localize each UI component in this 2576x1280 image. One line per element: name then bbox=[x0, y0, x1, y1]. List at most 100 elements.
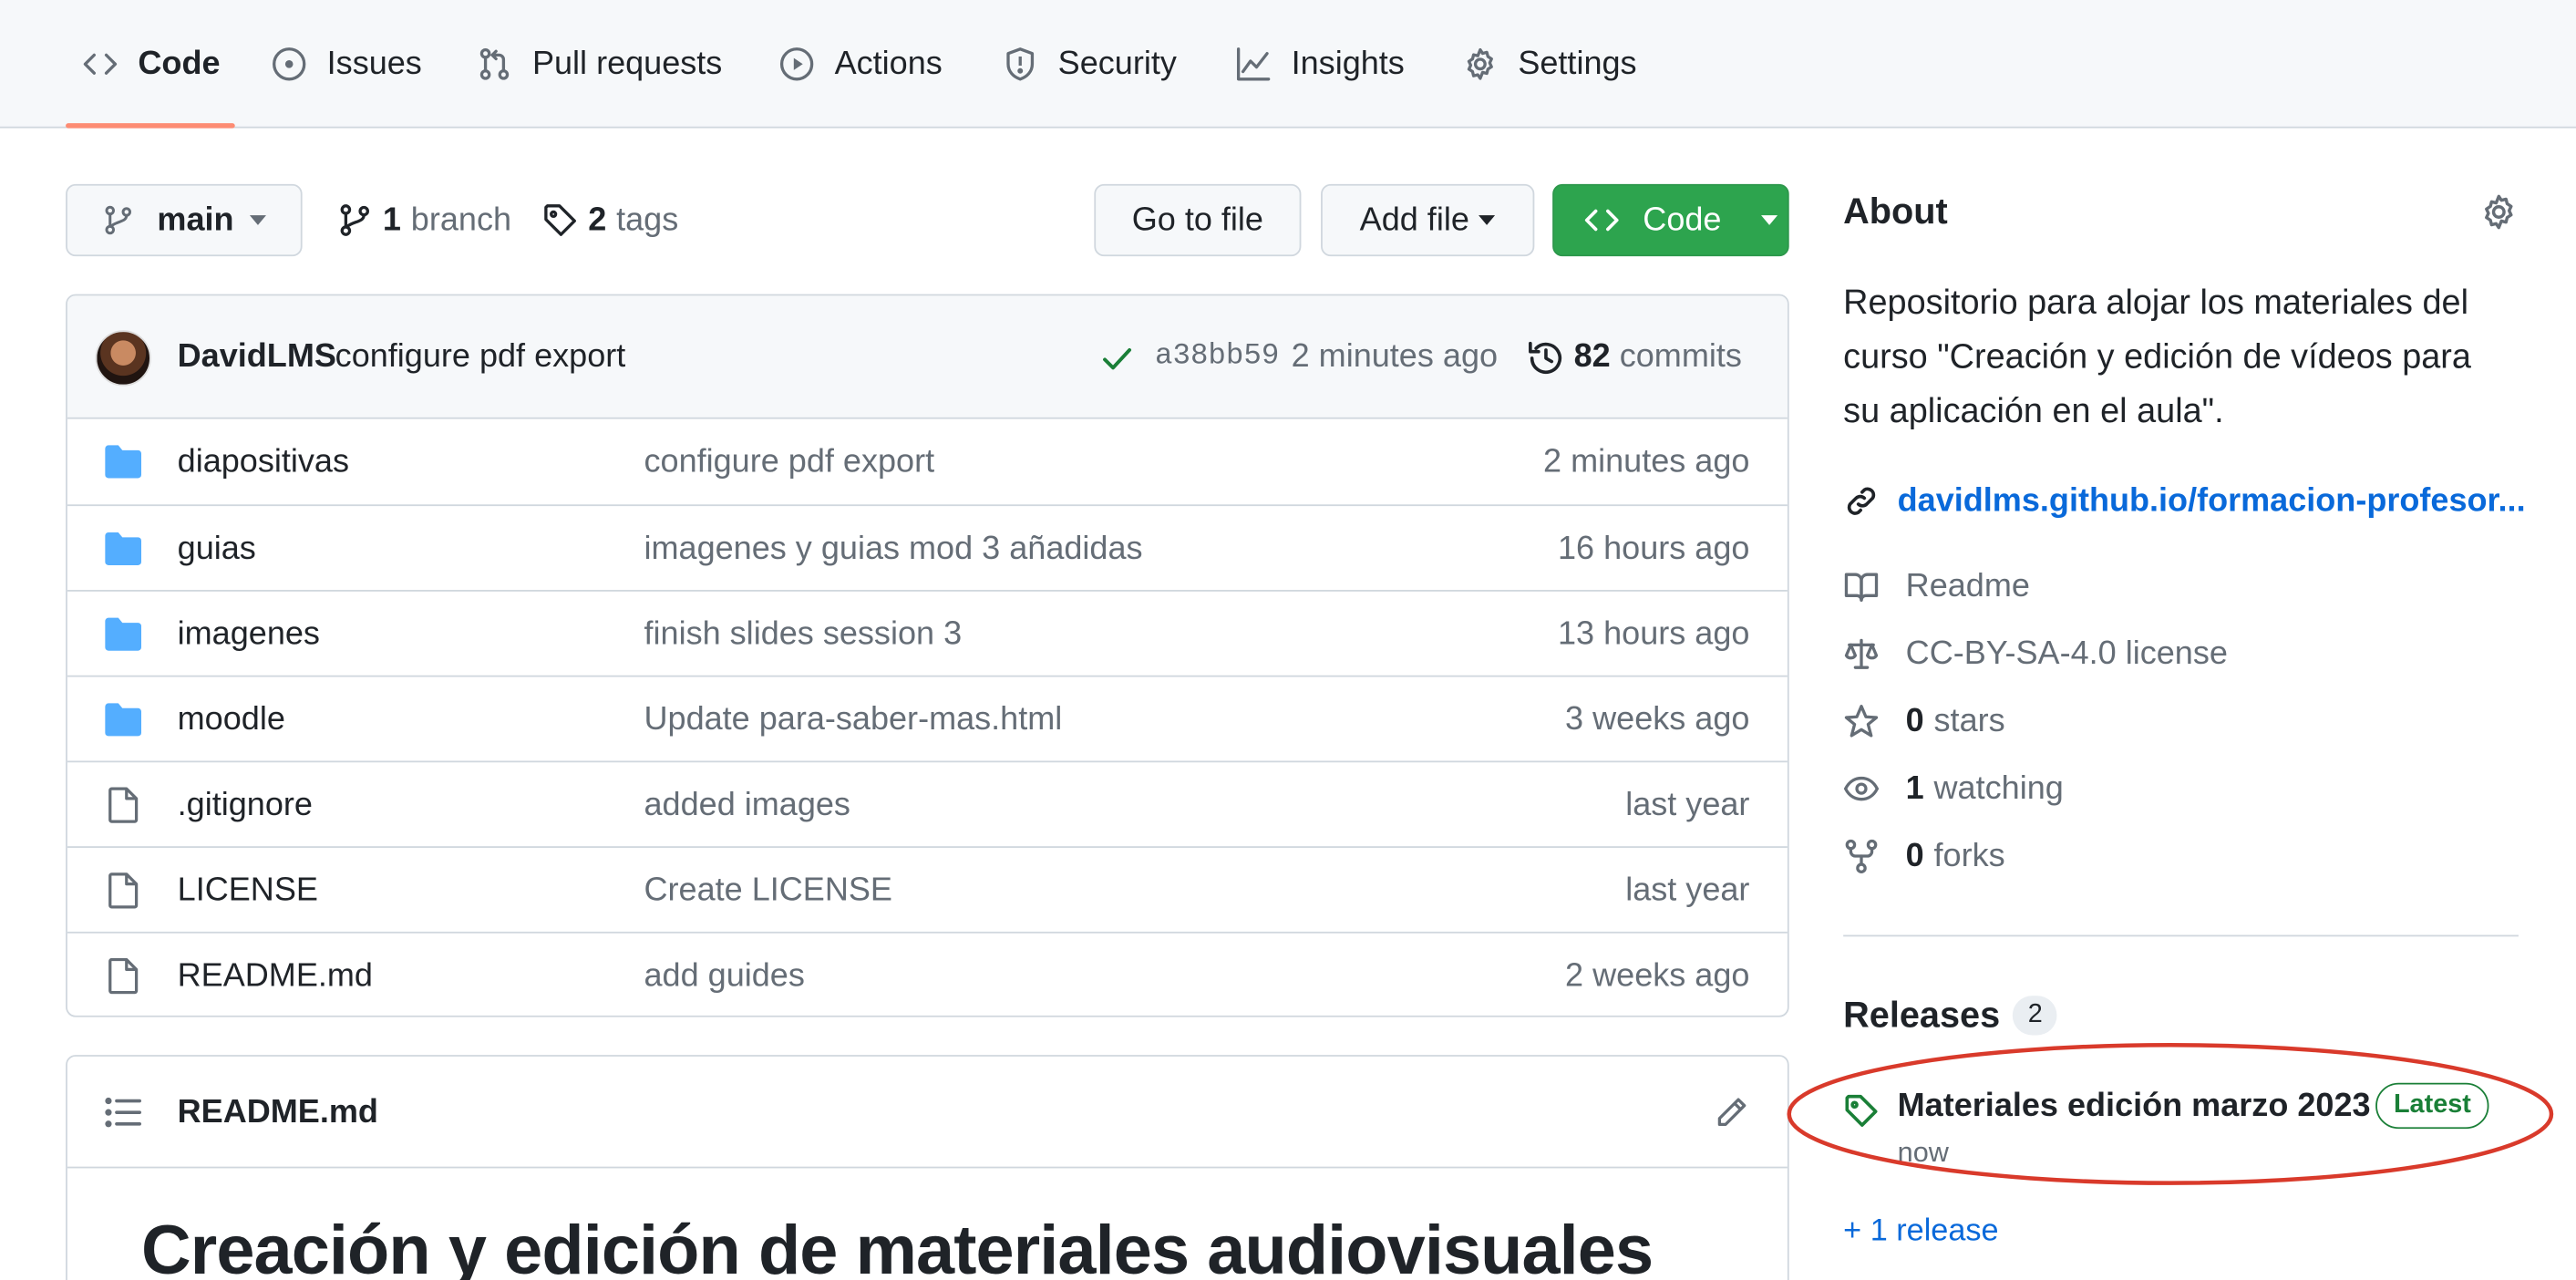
tab-insights-label: Insights bbox=[1291, 45, 1405, 82]
pencil-icon[interactable] bbox=[1714, 1094, 1750, 1130]
file-icon bbox=[108, 787, 139, 823]
avatar[interactable] bbox=[95, 330, 151, 387]
branch-select-button[interactable]: main bbox=[66, 183, 303, 257]
chevron-down-icon bbox=[1479, 215, 1496, 225]
tab-settings-label: Settings bbox=[1518, 45, 1637, 82]
about-description: Repositorio para alojar los materiales d… bbox=[1843, 276, 2533, 439]
branch-count: 1 bbox=[382, 201, 401, 238]
file-commit-message[interactable]: added images bbox=[644, 762, 850, 848]
file-name[interactable]: LICENSE bbox=[178, 848, 318, 934]
file-icon bbox=[108, 872, 139, 909]
readme-heading: Creación y edición de materiales audiovi… bbox=[140, 1211, 1654, 1280]
file-name[interactable]: imagenes bbox=[178, 592, 320, 677]
file-commit-message[interactable]: Update para-saber-mas.html bbox=[644, 677, 1063, 763]
tab-issues[interactable]: Issues bbox=[271, 0, 422, 129]
add-file-button[interactable]: Add file bbox=[1321, 183, 1535, 257]
commit-message[interactable]: configure pdf export bbox=[335, 295, 626, 418]
file-name[interactable]: diapositivas bbox=[178, 419, 349, 505]
play-icon bbox=[779, 47, 814, 81]
branch-name: main bbox=[157, 201, 234, 238]
code-icon bbox=[1584, 209, 1619, 232]
table-row: moodle Update para-saber-mas.html 3 week… bbox=[67, 675, 1788, 763]
file-browser: DavidLMS configure pdf export a38bb59 2 … bbox=[66, 294, 1789, 1017]
tab-issues-label: Issues bbox=[326, 45, 422, 82]
website-link[interactable]: davidlms.github.io/formacion-profesor... bbox=[1843, 477, 2526, 526]
annotation-circle bbox=[1787, 1043, 2554, 1185]
branch-icon bbox=[340, 204, 369, 236]
check-icon bbox=[1103, 347, 1132, 370]
website-url: davidlms.github.io/formacion-profesor... bbox=[1897, 481, 2526, 519]
file-name[interactable]: moodle bbox=[178, 677, 285, 763]
license-link[interactable]: CC-BY-SA-4.0 license bbox=[1843, 629, 2228, 678]
shield-icon bbox=[1006, 47, 1035, 81]
forks-link[interactable]: 0 forks bbox=[1843, 831, 2005, 881]
issue-icon bbox=[273, 47, 306, 81]
table-row: LICENSE Create LICENSE last year bbox=[67, 846, 1788, 932]
commit-sha[interactable]: a38bb59 bbox=[1155, 295, 1279, 418]
commits-link[interactable]: 82 commits bbox=[1574, 295, 1742, 418]
tab-security[interactable]: Security bbox=[1002, 0, 1177, 129]
tab-insights[interactable]: Insights bbox=[1235, 0, 1405, 129]
active-tab-underline bbox=[66, 123, 235, 129]
tab-actions[interactable]: Actions bbox=[778, 0, 943, 129]
list-icon[interactable] bbox=[104, 1094, 143, 1130]
about-title: About bbox=[1843, 191, 1948, 232]
table-row: diapositivas configure pdf export 2 minu… bbox=[67, 419, 1788, 505]
gear-icon[interactable] bbox=[2479, 192, 2519, 232]
watching-count: 1 bbox=[1905, 769, 1924, 807]
commit-count: 82 bbox=[1573, 338, 1611, 375]
file-commit-message[interactable]: configure pdf export bbox=[644, 419, 935, 505]
file-age: 3 weeks ago bbox=[1565, 701, 1750, 738]
stars-link[interactable]: 0 stars bbox=[1843, 697, 2005, 746]
file-age: 13 hours ago bbox=[1557, 615, 1750, 653]
commit-time: 2 minutes ago bbox=[1291, 338, 1499, 375]
releases-count-badge: 2 bbox=[2013, 996, 2058, 1036]
law-icon bbox=[1844, 638, 1879, 669]
graph-icon bbox=[1236, 47, 1271, 81]
file-commit-message[interactable]: finish slides session 3 bbox=[644, 592, 963, 677]
tag-label: tags bbox=[616, 201, 679, 238]
file-commit-message[interactable]: Create LICENSE bbox=[644, 848, 892, 934]
tag-count: 2 bbox=[588, 201, 607, 238]
tab-pull-requests-label: Pull requests bbox=[531, 45, 723, 82]
table-row: imagenes finish slides session 3 13 hour… bbox=[67, 590, 1788, 676]
commit-author[interactable]: DavidLMS bbox=[178, 295, 336, 418]
history-icon bbox=[1529, 341, 1562, 374]
branches-link[interactable]: 1 branch bbox=[336, 184, 511, 256]
commit-count-label: commits bbox=[1619, 338, 1742, 375]
pull-request-icon bbox=[479, 47, 510, 80]
fork-icon bbox=[1845, 839, 1878, 873]
license-label: CC-BY-SA-4.0 license bbox=[1905, 635, 2228, 672]
code-button[interactable]: Code bbox=[1552, 183, 1789, 257]
releases-header[interactable]: Releases 2 bbox=[1843, 994, 2058, 1037]
tab-code[interactable]: Code bbox=[82, 0, 221, 129]
readme-link-label: Readme bbox=[1905, 567, 2030, 604]
more-releases-link[interactable]: + 1 release bbox=[1843, 1214, 1998, 1251]
file-age: last year bbox=[1625, 872, 1750, 909]
branch-icon bbox=[104, 205, 131, 235]
code-icon bbox=[83, 53, 118, 75]
branch-label: branch bbox=[410, 201, 512, 238]
tags-link[interactable]: 2 tags bbox=[542, 184, 678, 256]
folder-icon bbox=[105, 617, 141, 651]
chevron-down-icon bbox=[250, 215, 267, 225]
file-name[interactable]: .gitignore bbox=[178, 762, 313, 848]
eye-icon bbox=[1843, 776, 1880, 801]
file-age: 2 minutes ago bbox=[1543, 443, 1750, 480]
tab-settings[interactable]: Settings bbox=[1462, 0, 1637, 129]
tag-icon bbox=[544, 204, 576, 236]
readme-panel: README.md Creación y edición de material… bbox=[66, 1055, 1789, 1280]
readme-header: README.md bbox=[67, 1057, 1788, 1169]
readme-link[interactable]: Readme bbox=[1843, 562, 2030, 611]
file-commit-message[interactable]: imagenes y guias mod 3 añadidas bbox=[644, 506, 1143, 592]
add-file-label: Add file bbox=[1359, 201, 1469, 238]
watching-link[interactable]: 1 watching bbox=[1843, 764, 2064, 813]
table-row: .gitignore added images last year bbox=[67, 760, 1788, 846]
file-name[interactable]: README.md bbox=[178, 934, 373, 1016]
stars-count: 0 bbox=[1905, 702, 1924, 739]
go-to-file-button[interactable]: Go to file bbox=[1094, 183, 1302, 257]
file-age: 2 weeks ago bbox=[1565, 957, 1750, 995]
file-commit-message[interactable]: add guides bbox=[644, 934, 805, 1016]
file-name[interactable]: guias bbox=[178, 506, 256, 592]
tab-pull-requests[interactable]: Pull requests bbox=[477, 0, 723, 129]
